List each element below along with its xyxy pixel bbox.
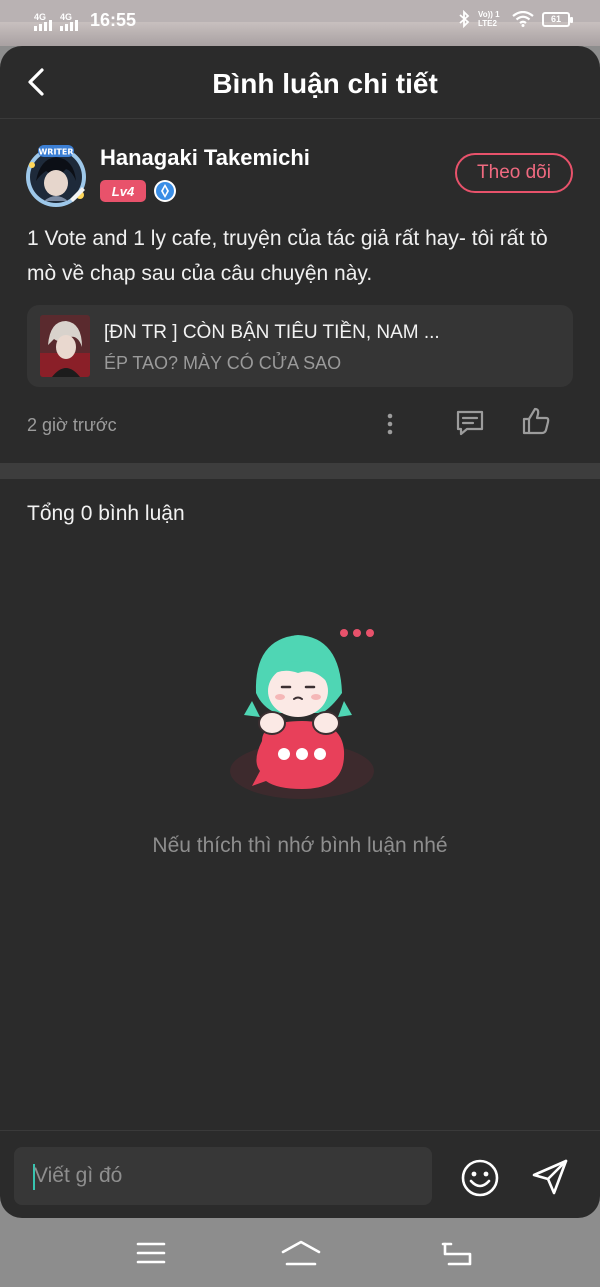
- wifi-icon: [512, 11, 534, 27]
- send-icon[interactable]: [530, 1157, 570, 1197]
- comment-input-bar: [0, 1130, 600, 1218]
- comment-input-container[interactable]: [14, 1147, 432, 1205]
- more-options-icon[interactable]: [380, 409, 400, 439]
- like-thumbs-up-icon[interactable]: [520, 405, 552, 437]
- svg-text:WRITER: WRITER: [38, 148, 73, 157]
- signal-icon-1: 4G: [34, 12, 52, 31]
- bluetooth-icon: [459, 10, 470, 28]
- book-cover-image: [40, 315, 90, 377]
- comment-text: 1 Vote and 1 ly cafe, truyện của tác giả…: [27, 227, 548, 285]
- emoji-icon[interactable]: [460, 1158, 500, 1198]
- user-avatar[interactable]: WRITER: [22, 141, 90, 209]
- battery-level: 61: [550, 14, 561, 24]
- book-subtitle: ÉP TAO? MÀY CÓ CỬA SAO: [104, 353, 342, 373]
- comment-timestamp: 2 giờ trước: [27, 415, 117, 435]
- reply-comment-icon[interactable]: [454, 407, 486, 439]
- book-link-card[interactable]: [ĐN TR ] CÒN BẬN TIÊU TIỀN, NAM ... ÉP T…: [27, 305, 573, 387]
- battery-icon: 61: [542, 11, 573, 27]
- recent-apps-menu-icon[interactable]: [136, 1240, 166, 1266]
- header: Bình luận chi tiết: [0, 46, 600, 118]
- network-type-2: 4G: [60, 12, 73, 22]
- username[interactable]: Hanagaki Takemichi: [100, 145, 310, 171]
- clock: 16:55: [90, 10, 137, 30]
- network-type-1: 4G: [34, 12, 47, 22]
- empty-state-message: Nếu thích thì nhớ bình luận nhé: [152, 834, 448, 857]
- book-title: [ĐN TR ] CÒN BẬN TIÊU TIỀN, NAM ...: [104, 322, 440, 343]
- verified-badge-icon: [154, 180, 176, 202]
- level-badge: Lv4: [100, 180, 146, 202]
- comments-total: Tổng 0 bình luận: [27, 502, 185, 525]
- comment-input[interactable]: [34, 1147, 424, 1205]
- empty-comments-illustration: [230, 629, 374, 799]
- system-navigation-bar: [0, 1218, 600, 1287]
- follow-button[interactable]: Theo dõi: [455, 153, 573, 193]
- volte-indicator: Vo)) 1 LTE2: [478, 10, 500, 28]
- comment-detail-panel: Bình luận chi tiết WRITER Hanagaki Takem…: [0, 46, 600, 1218]
- section-divider: [0, 463, 600, 479]
- page-title: Bình luận chi tiết: [212, 68, 438, 99]
- back-nav-icon[interactable]: [441, 1238, 473, 1266]
- signal-icon-2: 4G: [60, 12, 78, 31]
- status-bar: 4G 4G 16:55 Vo)) 1 LTE2 61: [0, 0, 600, 46]
- comment-card: WRITER Hanagaki Takemichi Lv4 Theo dõi 1…: [0, 119, 600, 463]
- home-icon[interactable]: [281, 1238, 321, 1268]
